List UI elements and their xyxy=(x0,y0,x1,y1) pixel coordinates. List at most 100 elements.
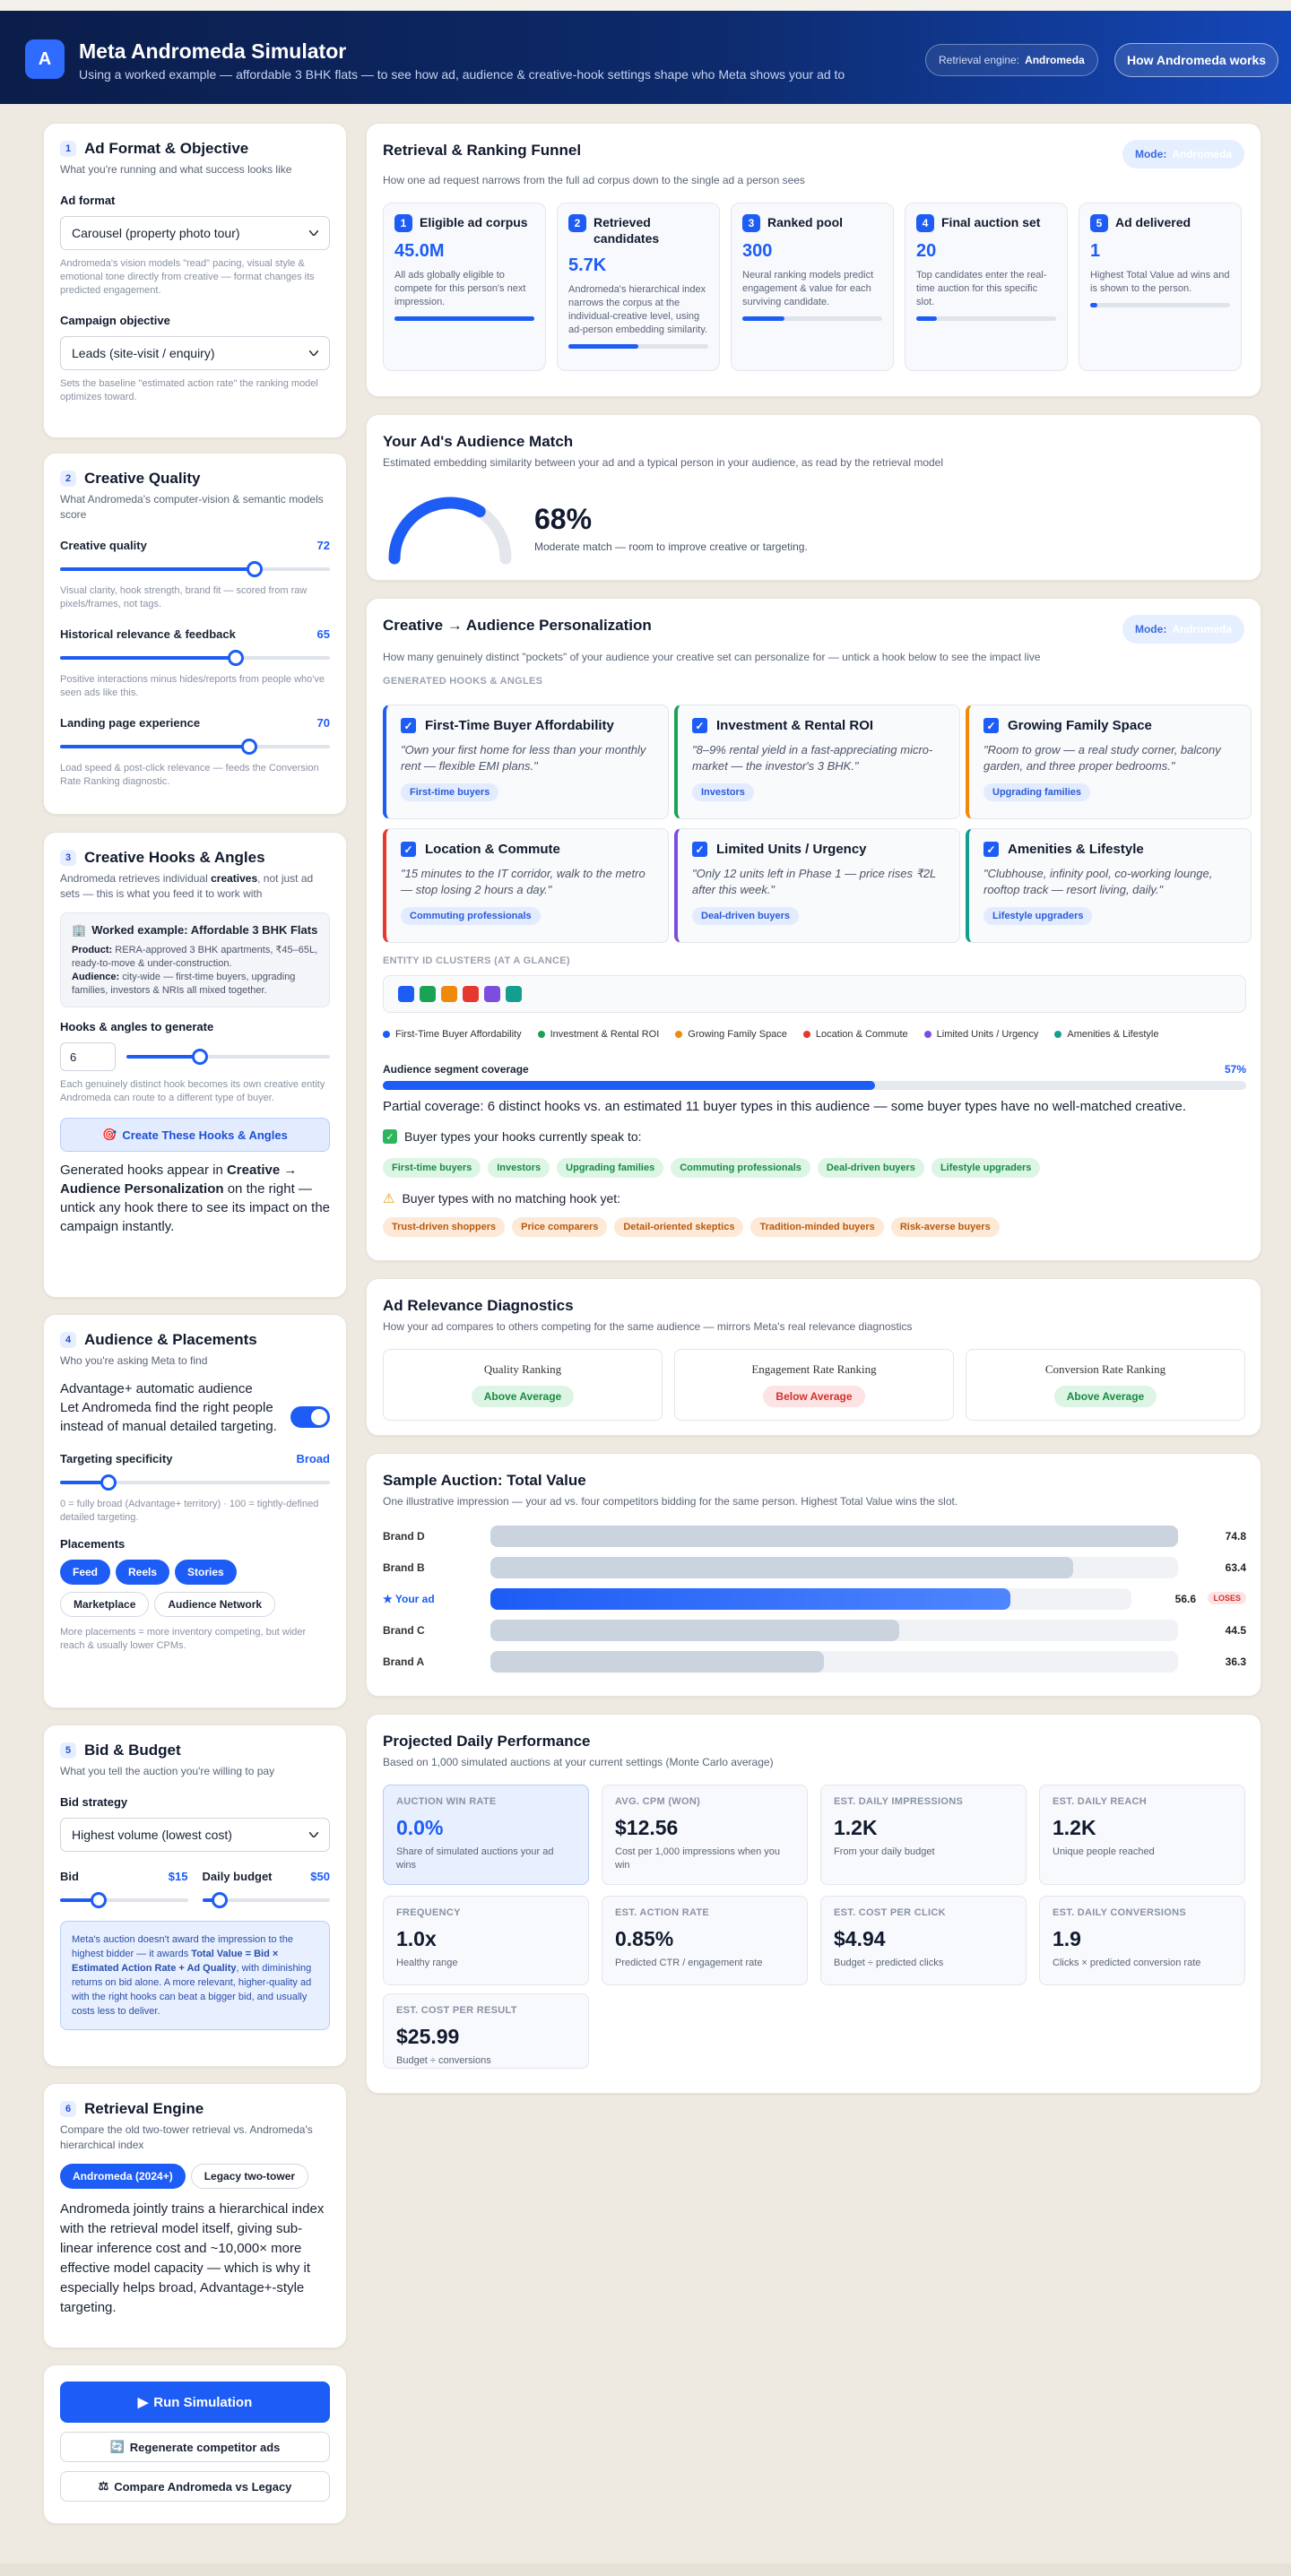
targeting-specificity-label: Targeting specificity xyxy=(60,1452,173,1465)
play-icon: ▶ xyxy=(137,2395,149,2410)
hook-card[interactable]: ✓ Amenities & Lifestyle "Clubhouse, infini… xyxy=(966,828,1252,943)
coverage-value: 57% xyxy=(1224,1063,1246,1076)
daily-budget-value: $50 xyxy=(310,1870,330,1883)
section-subtitle: Andromeda retrieves individual creatives… xyxy=(60,872,314,900)
hook-checkbox[interactable]: ✓ xyxy=(983,842,999,857)
hook-audience-tag: First-time buyers xyxy=(401,783,499,801)
actions-panel: ▶ Run Simulation 🔄 Regenerate competitor a… xyxy=(43,2364,347,2524)
create-hooks-button[interactable]: 🎯 Create These Hooks & Angles xyxy=(60,1118,330,1152)
funnel-step-desc: All ads globally eligible to compete for… xyxy=(394,270,526,307)
regenerate-competitors-button[interactable]: 🔄 Regenerate competitor ads xyxy=(60,2432,330,2462)
hooks-count-input[interactable]: 6 xyxy=(60,1042,116,1071)
placement-chip-stories[interactable]: Stories xyxy=(175,1560,237,1585)
metric-sub: Healthy range xyxy=(396,1958,458,1968)
section-title: Creative Hooks & Angles xyxy=(84,849,265,866)
funnel-step: 5 Ad delivered 1 Highest Total Value ad win… xyxy=(1079,203,1242,371)
advantage-plus-toggle[interactable] xyxy=(290,1406,330,1428)
bid-strategy-select[interactable]: Highest volume (lowest cost) xyxy=(60,1818,330,1852)
daily-budget-slider[interactable] xyxy=(202,1892,330,1908)
objective-select[interactable]: Leads (site-visit / enquiry) xyxy=(60,336,330,370)
funnel-subtitle: How one ad request narrows from the full… xyxy=(383,174,805,186)
historical-relevance-slider[interactable] xyxy=(60,650,330,666)
cluster-dot xyxy=(484,986,500,1002)
slider-thumb[interactable] xyxy=(227,650,244,666)
run-simulation-button[interactable]: ▶ Run Simulation xyxy=(60,2382,330,2423)
cluster-dot xyxy=(398,986,414,1002)
section-title: Retrieval Engine xyxy=(84,2100,204,2117)
ad-format-select[interactable]: Carousel (property photo tour) xyxy=(60,216,330,250)
hook-card[interactable]: ✓ Investment & Rental ROI "8–9% rental yie… xyxy=(674,705,960,819)
section-number: 1 xyxy=(60,141,76,157)
slider-thumb[interactable] xyxy=(90,1892,107,1908)
legend-label: Growing Family Space xyxy=(688,1029,787,1040)
engine-option-andromeda[interactable]: Andromeda (2024+) xyxy=(60,2164,186,2189)
placement-chip-feed[interactable]: Feed xyxy=(60,1560,111,1585)
cluster-dots-box xyxy=(383,975,1246,1013)
auction-bar xyxy=(490,1588,1011,1610)
section-subtitle: What you're running and what success loo… xyxy=(60,163,292,176)
relevance-box: Quality Ranking Above Average xyxy=(383,1349,663,1421)
funnel-step-header: 5 Ad delivered xyxy=(1090,214,1230,232)
creative-quality-value: 72 xyxy=(316,539,330,552)
hook-checkbox[interactable]: ✓ xyxy=(401,842,416,857)
loses-badge: LOSES xyxy=(1208,1592,1246,1604)
audience-match-subtitle: Estimated embedding similarity between y… xyxy=(383,456,944,469)
hook-checkbox[interactable]: ✓ xyxy=(983,718,999,733)
auction-bidder: Brand D xyxy=(383,1530,425,1543)
hook-audience-tag: Lifestyle upgraders xyxy=(983,907,1093,925)
slider-thumb[interactable] xyxy=(240,739,257,755)
app-subtitle: Using a worked example — affordable 3 BH… xyxy=(79,67,845,82)
audience-match-panel: Your Ad's Audience Match Estimated embed… xyxy=(366,414,1261,581)
bid-slider[interactable] xyxy=(60,1892,188,1908)
no-match-label: Buyer types with no matching hook yet: xyxy=(402,1191,621,1206)
targeting-specificity-value: Broad xyxy=(296,1452,330,1465)
hook-checkbox[interactable]: ✓ xyxy=(692,718,707,733)
auction-row: Brand B 63.4 xyxy=(383,1557,1246,1580)
funnel-step-value: 20 xyxy=(916,241,937,261)
metric-sub: Budget ÷ predicted clicks xyxy=(834,1958,944,1968)
hook-card[interactable]: ✓ First-Time Buyer Affordability "Own your… xyxy=(383,705,669,819)
targeting-specificity-slider[interactable] xyxy=(60,1474,330,1491)
creative-quality-slider[interactable] xyxy=(60,561,330,577)
funnel-step-value: 300 xyxy=(742,241,773,261)
relevance-badge: Above Average xyxy=(471,1386,575,1407)
section-number: 4 xyxy=(60,1332,76,1348)
section-creative-quality: 2 Creative Quality What Andromeda's compu… xyxy=(43,453,347,815)
funnel-step-desc: Neural ranking models predict engagement… xyxy=(742,270,874,307)
slider-thumb[interactable] xyxy=(246,561,263,577)
coverage-label: Audience segment coverage xyxy=(383,1063,529,1076)
metric-value: 1.9 xyxy=(1053,1927,1081,1950)
engine-option-legacy[interactable]: Legacy two-tower xyxy=(190,2164,309,2189)
auction-bidder: ★ Your ad xyxy=(383,1593,435,1605)
how-andromeda-works-button[interactable]: How Andromeda works xyxy=(1114,43,1278,77)
landing-page-slider[interactable] xyxy=(60,739,330,755)
hook-checkbox[interactable]: ✓ xyxy=(401,718,416,733)
section-title: Ad Format & Objective xyxy=(84,140,249,157)
placement-chip-marketplace[interactable]: Marketplace xyxy=(60,1592,150,1617)
placement-chip-audience-network[interactable]: Audience Network xyxy=(154,1592,276,1617)
hook-card[interactable]: ✓ Growing Family Space "Room to grow — a r… xyxy=(966,705,1252,819)
section-subtitle: Who you're asking Meta to find xyxy=(60,1354,208,1367)
relevance-panel: Ad Relevance Diagnostics How your ad com… xyxy=(366,1278,1261,1436)
hooks-count-slider[interactable] xyxy=(126,1049,330,1065)
buyer-type-tag: Commuting professionals xyxy=(671,1158,810,1178)
hook-card[interactable]: ✓ Location & Commute "15 minutes to the IT… xyxy=(383,828,669,943)
funnel-step-bar xyxy=(568,344,708,349)
match-gauge xyxy=(388,497,512,565)
compare-engines-button[interactable]: ⚖ Compare Andromeda vs Legacy xyxy=(60,2471,330,2502)
metric-label: EST. COST PER CLICK xyxy=(834,1907,946,1918)
section-number: 6 xyxy=(60,2101,76,2117)
bid-strategy-value: Highest volume (lowest cost) xyxy=(72,1828,232,1842)
slider-thumb[interactable] xyxy=(191,1049,208,1065)
coverage-bar xyxy=(383,1081,1246,1090)
slider-thumb[interactable] xyxy=(100,1474,117,1491)
auction-bar xyxy=(490,1620,900,1641)
hook-checkbox[interactable]: ✓ xyxy=(692,842,707,857)
auction-value: 36.3 xyxy=(1225,1655,1246,1668)
hook-title: Amenities & Lifestyle xyxy=(1008,842,1144,857)
hook-card[interactable]: ✓ Limited Units / Urgency "Only 12 units l… xyxy=(674,828,960,943)
relevance-box: Conversion Rate Ranking Above Average xyxy=(966,1349,1245,1421)
placement-chip-reels[interactable]: Reels xyxy=(116,1560,170,1585)
slider-thumb[interactable] xyxy=(212,1892,229,1908)
hook-card-header: ✓ Amenities & Lifestyle xyxy=(983,842,1236,857)
